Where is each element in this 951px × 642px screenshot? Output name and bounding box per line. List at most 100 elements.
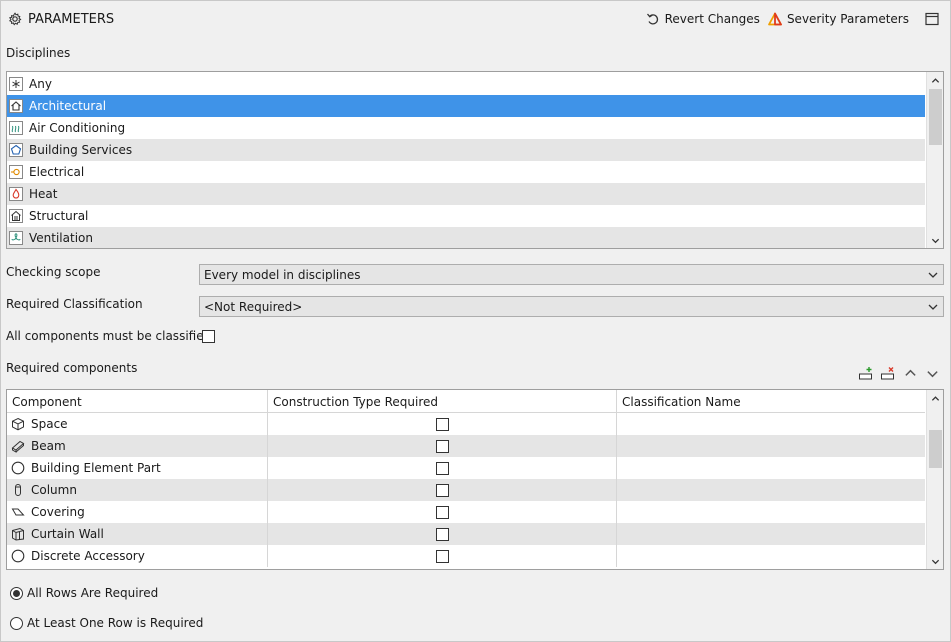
- circle-icon: [11, 461, 25, 475]
- severity-parameters-label: Severity Parameters: [786, 12, 909, 26]
- construction-type-cell: [268, 457, 617, 479]
- component-name: Column: [31, 483, 77, 497]
- checking-scope-value: Every model in disciplines: [204, 267, 361, 282]
- list-item-label: Any: [29, 77, 52, 91]
- chevron-up-icon: [904, 369, 916, 376]
- required-classification-label: Required Classification: [6, 297, 143, 311]
- component-name: Discrete Accessory: [31, 549, 145, 563]
- window-toggle-button[interactable]: [923, 10, 941, 28]
- house-icon: [9, 99, 23, 113]
- required-classification-select[interactable]: <Not Required>: [199, 296, 944, 317]
- scroll-thumb[interactable]: [929, 430, 942, 468]
- radio-button[interactable]: [10, 586, 23, 600]
- column-icon: [11, 483, 25, 497]
- scroll-up-arrow[interactable]: [927, 390, 943, 406]
- list-item-label: Air Conditioning: [29, 121, 126, 135]
- table-row[interactable]: Curtain Wall: [7, 523, 925, 545]
- scroll-thumb[interactable]: [929, 89, 942, 145]
- construction-type-cell: [268, 479, 617, 501]
- list-item-label: Structural: [29, 209, 89, 223]
- disciplines-label: Disciplines: [6, 46, 71, 60]
- curtain-wall-icon: [11, 527, 25, 541]
- classification-name-cell[interactable]: [617, 479, 925, 501]
- construction-type-checkbox[interactable]: [435, 417, 449, 431]
- scroll-down-arrow[interactable]: [927, 232, 943, 248]
- table-row[interactable]: Building Element Part: [7, 457, 925, 479]
- disciplines-scrollbar[interactable]: [926, 72, 943, 248]
- component-cell: Curtain Wall: [7, 523, 268, 545]
- severity-parameters-button[interactable]: Severity Parameters: [768, 12, 909, 26]
- construction-type-checkbox[interactable]: [435, 505, 449, 519]
- chevron-up-icon: [931, 395, 939, 401]
- chevron-down-icon: [928, 304, 938, 310]
- undo-icon: [646, 12, 660, 26]
- pentagon-icon: [9, 143, 23, 157]
- list-item-structural[interactable]: Structural: [7, 205, 925, 227]
- classification-name-cell[interactable]: [617, 523, 925, 545]
- construction-type-cell: [268, 501, 617, 523]
- construction-type-checkbox[interactable]: [435, 461, 449, 475]
- table-row[interactable]: Discrete Accessory: [7, 545, 925, 567]
- list-item-air-conditioning[interactable]: Air Conditioning: [7, 117, 925, 139]
- radio-selected-dot: [13, 589, 20, 597]
- radio-all-rows-required[interactable]: All Rows Are Required: [10, 586, 158, 600]
- list-item-ventilation[interactable]: Ventilation: [7, 227, 925, 248]
- construction-type-cell: [268, 523, 617, 545]
- component-cell: Space: [7, 413, 268, 435]
- checking-scope-label: Checking scope: [6, 265, 101, 279]
- scroll-down-arrow[interactable]: [927, 553, 943, 569]
- move-up-button[interactable]: [901, 364, 919, 382]
- checking-scope-select[interactable]: Every model in disciplines: [199, 264, 944, 285]
- classification-name-cell[interactable]: [617, 457, 925, 479]
- classification-name-cell[interactable]: [617, 413, 925, 435]
- disciplines-list[interactable]: Any Architectural Air Conditioning Build…: [6, 71, 944, 249]
- construction-type-checkbox[interactable]: [435, 439, 449, 453]
- components-scrollbar[interactable]: [926, 390, 943, 569]
- required-components-label: Required components: [6, 361, 138, 375]
- radio-at-least-one-row[interactable]: At Least One Row is Required: [10, 616, 203, 630]
- construction-type-checkbox[interactable]: [435, 527, 449, 541]
- table-row[interactable]: Beam: [7, 435, 925, 457]
- all-classified-checkbox[interactable]: [202, 330, 215, 343]
- move-down-button[interactable]: [923, 364, 941, 382]
- classification-name-cell[interactable]: [617, 545, 925, 567]
- add-row-button[interactable]: [857, 364, 875, 382]
- list-item-heat[interactable]: Heat: [7, 183, 925, 205]
- table-row[interactable]: Space: [7, 413, 925, 435]
- classification-name-cell[interactable]: [617, 501, 925, 523]
- list-item-any[interactable]: Any: [7, 73, 925, 95]
- construction-type-checkbox[interactable]: [435, 483, 449, 497]
- component-cell: Beam: [7, 435, 268, 457]
- table-row[interactable]: Covering: [7, 501, 925, 523]
- revert-changes-button[interactable]: Revert Changes: [646, 12, 760, 26]
- list-item-label: Ventilation: [29, 231, 93, 245]
- components-toolbar: [857, 364, 941, 382]
- remove-row-button[interactable]: [879, 364, 897, 382]
- component-name: Building Element Part: [31, 461, 161, 475]
- list-item-electrical[interactable]: Electrical: [7, 161, 925, 183]
- component-name: Covering: [31, 505, 85, 519]
- panel-header: PARAMETERS: [8, 10, 114, 28]
- chevron-down-icon: [926, 370, 938, 377]
- classification-name-cell[interactable]: [617, 435, 925, 457]
- required-classification-value: <Not Required>: [204, 299, 303, 314]
- list-item-building-services[interactable]: Building Services: [7, 139, 925, 161]
- construction-type-checkbox[interactable]: [435, 549, 449, 563]
- construction-type-cell: [268, 545, 617, 567]
- remove-row-icon: [881, 367, 894, 380]
- chevron-down-icon: [931, 238, 939, 243]
- list-item-architectural[interactable]: Architectural: [7, 95, 925, 117]
- table-row[interactable]: Column: [7, 479, 925, 501]
- warning-triangle-icon: [768, 12, 782, 26]
- chevron-down-icon: [931, 559, 939, 564]
- radio-button[interactable]: [10, 616, 23, 630]
- required-components-table[interactable]: Component Construction Type Required Cla…: [6, 389, 944, 570]
- component-name: Space: [31, 417, 68, 431]
- beam-icon: [11, 439, 25, 453]
- column-header-construction-type[interactable]: Construction Type Required: [268, 390, 617, 413]
- column-header-component[interactable]: Component: [7, 390, 268, 413]
- circle-icon: [11, 549, 25, 563]
- column-header-classification-name[interactable]: Classification Name: [617, 390, 925, 413]
- scroll-up-arrow[interactable]: [927, 72, 943, 88]
- asterisk-icon: [9, 77, 23, 91]
